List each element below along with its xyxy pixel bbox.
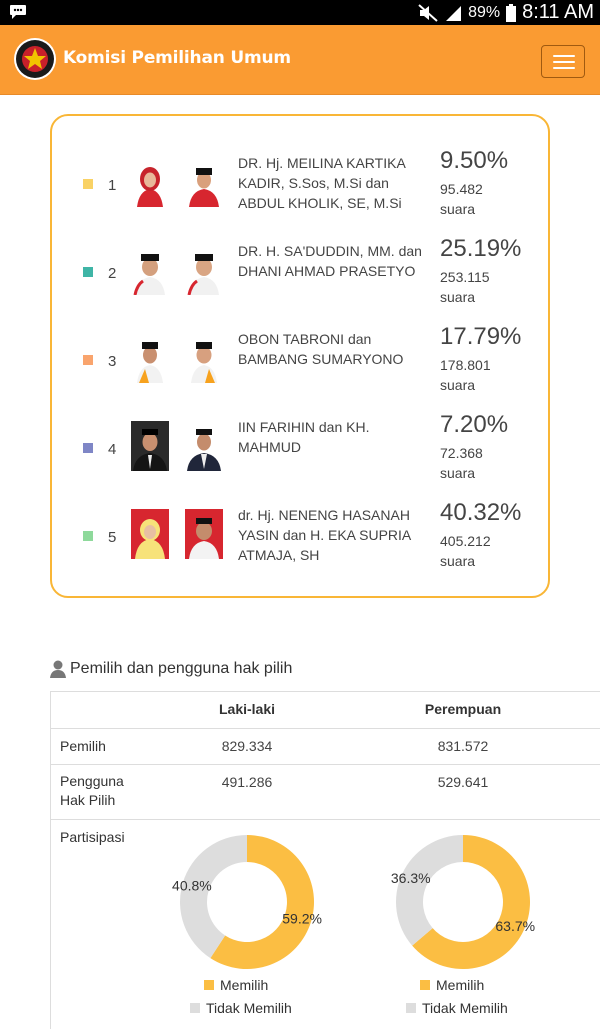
candidate-color-swatch	[83, 179, 93, 189]
battery-percent: 89%	[468, 3, 501, 21]
chat-notification-icon	[10, 5, 26, 19]
navbar: Komisi Pemilihan Umum	[0, 25, 600, 95]
voters-section-title: Pemilih dan pengguna hak pilih	[50, 660, 292, 678]
candidate-row[interactable]: 2 DR. H. SA'DUDDIN, MM. dan DHANI AHMAD …	[52, 235, 552, 325]
candidate-name: dr. Hj. NENENG HASANAH YASIN dan H. EKA …	[238, 507, 411, 563]
chart-legend: Memilih Tidak Memilih	[190, 973, 292, 1019]
donut-slice-not-voted[interactable]	[396, 835, 463, 946]
donut-slice-label: 59.2%	[282, 910, 322, 926]
candidate-color-swatch	[83, 443, 93, 453]
signal-icon	[446, 5, 462, 21]
hamburger-line-icon	[553, 61, 575, 63]
battery-icon	[506, 3, 517, 22]
candidate-votes: 405.212 suara	[440, 533, 491, 569]
candidate-row[interactable]: 5 dr. Hj. NENENG HASANAH YASIN dan H. EK…	[52, 499, 552, 589]
donut-slice-label: 63.7%	[495, 918, 535, 934]
candidate-percent: 7.20%	[440, 411, 509, 438]
candidate-color-swatch	[83, 355, 93, 365]
column-header-male: Laki-laki	[218, 701, 276, 717]
female-value: 529.641	[437, 774, 489, 790]
candidate-results-card: 1 DR. Hj. MEILINA KARTIKA KADIR, S.Sos, …	[50, 114, 550, 598]
legend-item-not-voted[interactable]: Tidak Memilih	[190, 996, 292, 1019]
legend-item-voted[interactable]: Memilih	[204, 973, 292, 996]
candidate-votes: 72.368 suara	[440, 445, 483, 481]
candidate-row[interactable]: 3 OBON TABRONI dan BAMBANG SUMARYONO 17.…	[52, 323, 552, 413]
user-icon	[50, 660, 66, 678]
row-label: Pengguna Hak Pilih	[60, 773, 124, 808]
candidate-photo	[131, 333, 169, 383]
candidate-number: 5	[108, 529, 117, 546]
candidate-percent: 17.79%	[440, 323, 522, 350]
candidate-name: DR. Hj. MEILINA KARTIKA KADIR, S.Sos, M.…	[238, 155, 406, 211]
candidate-votes: 178.801 suara	[440, 357, 491, 393]
candidate-photo	[185, 421, 223, 471]
legend-swatch	[204, 979, 214, 990]
legend-label: Tidak Memilih	[422, 999, 508, 1016]
legend-item-not-voted[interactable]: Tidak Memilih	[406, 996, 508, 1019]
candidate-photo	[131, 245, 169, 295]
participation-donut-male: 59.2% 40.8%	[172, 835, 322, 969]
row-label: Partisipasi	[60, 829, 125, 845]
candidate-name: IIN FARIHIN dan KH. MAHMUD	[238, 419, 370, 455]
column-header-female: Perempuan	[424, 701, 502, 717]
table-header-row: Laki-laki Perempuan	[51, 691, 600, 728]
legend-item-voted[interactable]: Memilih	[420, 973, 508, 996]
legend-swatch	[190, 1002, 200, 1013]
participation-donut-female: 63.7% 36.3%	[391, 835, 535, 969]
kpu-logo-icon[interactable]	[13, 37, 57, 81]
candidate-votes: 253.115 suara	[440, 269, 490, 305]
donut-slice-label: 36.3%	[391, 870, 431, 886]
candidate-name: OBON TABRONI dan BAMBANG SUMARYONO	[238, 331, 404, 367]
hamburger-line-icon	[553, 55, 575, 57]
candidate-photo	[131, 421, 169, 471]
candidate-name: DR. H. SA'DUDDIN, MM. dan DHANI AHMAD PR…	[238, 243, 422, 279]
candidate-photo	[131, 157, 169, 207]
candidate-photo	[185, 157, 223, 207]
candidate-percent: 9.50%	[440, 147, 509, 174]
legend-swatch	[420, 979, 430, 990]
table-row: Pengguna Hak Pilih 491.286 529.641	[51, 764, 600, 819]
candidate-percent: 25.19%	[440, 235, 522, 262]
clock: 8:11 AM	[522, 1, 594, 23]
male-value: 829.334	[221, 738, 273, 754]
menu-toggle-button[interactable]	[541, 45, 585, 78]
candidate-photo	[185, 333, 223, 383]
candidate-number: 1	[108, 177, 117, 194]
candidate-row[interactable]: 1 DR. Hj. MEILINA KARTIKA KADIR, S.Sos, …	[52, 147, 552, 237]
candidate-votes: 95.482 suara	[440, 181, 483, 217]
candidate-row[interactable]: 4 IIN FARIHIN dan KH. MAHMUD 7.20% 72.36…	[52, 411, 552, 501]
male-value: 491.286	[221, 774, 273, 790]
female-value: 831.572	[437, 738, 489, 754]
candidate-percent: 40.32%	[440, 499, 522, 526]
candidate-number: 3	[108, 353, 117, 370]
row-label: Pemilih	[60, 738, 106, 754]
candidate-color-swatch	[83, 531, 93, 541]
candidate-photo	[185, 245, 223, 295]
brand-title[interactable]: Komisi Pemilihan Umum	[63, 48, 291, 68]
legend-label: Tidak Memilih	[206, 999, 292, 1016]
table-row: Pemilih 829.334 831.572	[51, 728, 600, 764]
voters-title-text: Pemilih dan pengguna hak pilih	[70, 660, 293, 677]
mute-icon	[418, 3, 438, 22]
donut-slice-label: 40.8%	[172, 878, 212, 894]
legend-swatch	[406, 1002, 416, 1013]
donut-slice-not-voted[interactable]	[180, 835, 247, 959]
status-bar: 89% 8:11 AM	[0, 0, 600, 25]
chart-legend: Memilih Tidak Memilih	[406, 973, 508, 1019]
legend-label: Memilih	[436, 976, 485, 993]
candidate-photo	[185, 509, 223, 559]
candidate-number: 4	[108, 441, 117, 458]
legend-label: Memilih	[220, 976, 269, 993]
candidate-number: 2	[108, 265, 117, 282]
hamburger-line-icon	[553, 67, 575, 69]
candidate-photo	[131, 509, 169, 559]
candidate-color-swatch	[83, 267, 93, 277]
